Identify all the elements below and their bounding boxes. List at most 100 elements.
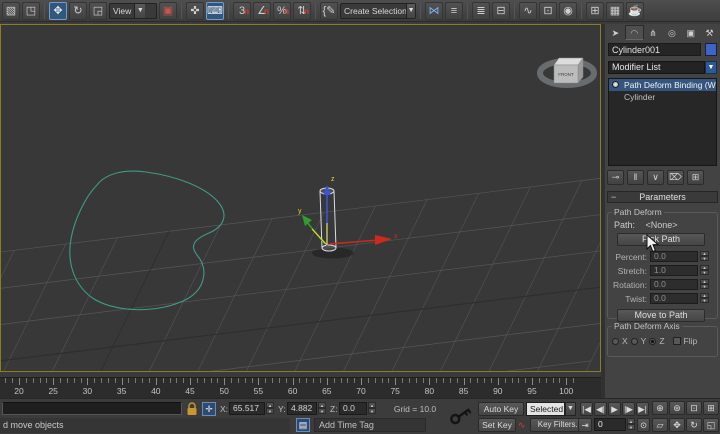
y-coord-spinner[interactable]: ▲ ▼ <box>318 402 326 415</box>
pan-view-button[interactable]: ✥ <box>669 418 685 432</box>
keyboard-shortcut-override-toggle[interactable]: ⌨ <box>206 1 224 20</box>
schematic-view-button[interactable]: ⊡ <box>539 1 557 20</box>
edit-named-selection-sets-button[interactable]: {✎ <box>320 1 338 20</box>
parameter-field[interactable]: 0.0 <box>650 279 698 290</box>
parameters-rollout-header[interactable]: − Parameters <box>607 191 718 203</box>
viewcube[interactable]: FRONT <box>537 57 597 88</box>
angle-snap-toggle-button[interactable]: ∠ n <box>253 1 271 20</box>
timeline-frame-label[interactable]: 90 <box>493 386 502 396</box>
select-and-scale-button[interactable]: ◲ <box>89 1 107 20</box>
pin-stack-button[interactable]: ⊸ <box>607 170 624 185</box>
render-production-button[interactable]: ☕ <box>626 1 644 20</box>
chevron-down-icon[interactable]: ▼ <box>406 3 415 18</box>
parameter-field[interactable]: 1.0 <box>650 265 698 276</box>
parameter-spinner[interactable]: ▲ ▼ <box>700 279 709 290</box>
previous-frame-button[interactable]: ◀| <box>594 402 607 416</box>
current-frame-field[interactable]: 0 <box>594 418 626 431</box>
z-coord-field[interactable]: 0.0 <box>339 402 367 415</box>
tab-utilities[interactable]: ⚒ <box>700 25 719 40</box>
mirror-button[interactable]: ⋈ <box>425 1 443 20</box>
maxscript-mini-listener[interactable] <box>2 402 182 415</box>
parameter-field[interactable]: 0.0 <box>650 293 698 304</box>
perspective-viewport[interactable]: z y x FRONT <box>0 24 601 372</box>
x-coord-field[interactable]: 65.517 <box>229 402 265 415</box>
chevron-down-icon[interactable]: ▼ <box>705 61 717 74</box>
timeline-frame-label[interactable]: 20 <box>14 386 23 396</box>
frame-spinner[interactable]: ▲ ▼ <box>627 418 635 431</box>
track-bar[interactable]: 20 25 30 35 40 45 50 55 60 65 70 75 80 85 90 95 100 <box>0 377 601 398</box>
select-and-rotate-button[interactable]: ↻ <box>69 1 87 20</box>
modifier-list-dropdown[interactable]: Modifier List ▼ <box>608 61 717 74</box>
tab-create[interactable]: ➤ <box>606 25 625 40</box>
layer-manager-button[interactable]: ≣ <box>472 1 490 20</box>
timeline-frame-label[interactable]: 75 <box>390 386 399 396</box>
tab-display[interactable]: ▣ <box>681 25 700 40</box>
timeline-frame-label[interactable]: 100 <box>559 386 573 396</box>
timeline-frame-label[interactable]: 25 <box>48 386 57 396</box>
zoom-all-button[interactable]: ⊛ <box>669 401 685 415</box>
axis-radio-z[interactable] <box>649 337 657 345</box>
page-icon[interactable]: ▤ <box>296 418 310 432</box>
spinner-snap-toggle-button[interactable]: ⇅ n <box>293 1 311 20</box>
axis-radio-y[interactable] <box>630 337 638 345</box>
tab-modify[interactable]: ◠ <box>624 25 644 40</box>
tab-motion[interactable]: ◎ <box>662 25 681 40</box>
timeline-frame-label[interactable]: 70 <box>356 386 365 396</box>
go-to-start-button[interactable]: |◀ <box>580 402 593 416</box>
y-coord-field[interactable]: 4.882 <box>287 402 317 415</box>
timeline-frame-label[interactable]: 45 <box>185 386 194 396</box>
field-of-view-button[interactable]: ▱ <box>652 418 668 432</box>
snap-toggle-3d-button[interactable]: 3n <box>233 1 251 20</box>
curve-editor-button[interactable]: ∿ <box>519 1 537 20</box>
show-end-result-button[interactable]: ‖ <box>627 170 644 185</box>
rendered-frame-window-button[interactable]: ▦ <box>606 1 624 20</box>
remove-modifier-button[interactable]: ⌦ <box>667 170 684 185</box>
render-setup-button[interactable]: ⊞ <box>586 1 604 20</box>
parameter-spinner[interactable]: ▲ ▼ <box>700 293 709 304</box>
pick-path-button[interactable]: Pick Path <box>617 233 705 246</box>
time-configuration-button[interactable]: ⊙ <box>637 418 650 432</box>
play-animation-button[interactable]: ▶ <box>608 402 621 416</box>
make-unique-button[interactable]: ∨ <box>647 170 664 185</box>
timeline-frame-label[interactable]: 30 <box>83 386 92 396</box>
window-crossing-toggle-icon[interactable]: ◳ <box>22 1 40 20</box>
absolute-mode-toggle[interactable]: ✛ <box>202 402 216 416</box>
orbit-button[interactable]: ↻ <box>686 418 702 432</box>
go-to-end-button[interactable]: ▶| <box>636 402 649 416</box>
timeline-frame-label[interactable]: 50 <box>219 386 228 396</box>
align-button[interactable]: ≡ <box>445 1 463 20</box>
time-slider-area[interactable]: 20 25 30 35 40 45 50 55 60 65 70 75 80 85 90 95 100 <box>0 372 601 398</box>
named-selection-sets-dropdown[interactable]: Create Selection Se▼ <box>340 2 416 19</box>
maximize-viewport-toggle[interactable]: ◱ <box>703 418 719 432</box>
key-mode-toggle[interactable]: ⇥ <box>578 418 592 432</box>
percent-snap-toggle-button[interactable]: % n <box>273 1 291 20</box>
object-name-field[interactable]: Cylinder001 <box>608 43 701 56</box>
configure-modifier-sets-button[interactable]: ⊞ <box>687 170 704 185</box>
next-frame-button[interactable]: |▶ <box>622 402 635 416</box>
timeline-frame-label[interactable]: 60 <box>288 386 297 396</box>
set-key-button[interactable]: Set Key <box>478 418 516 432</box>
timeline-frame-label[interactable]: 95 <box>527 386 536 396</box>
parameter-spinner[interactable]: ▲ ▼ <box>700 265 709 276</box>
timeline-frame-label[interactable]: 40 <box>151 386 160 396</box>
timeline-frame-label[interactable]: 85 <box>459 386 468 396</box>
move-gizmo[interactable]: z y x <box>298 176 398 247</box>
use-pivot-point-center-button[interactable]: ▣ <box>159 1 177 20</box>
select-and-move-button[interactable]: ✥ <box>49 1 67 20</box>
timeline-frame-label[interactable]: 35 <box>117 386 126 396</box>
reference-coordinate-system-dropdown[interactable]: View ▼ <box>109 2 157 19</box>
modifier-stack-row[interactable]: Cylinder <box>609 91 716 103</box>
add-time-tag[interactable]: Add Time Tag <box>314 418 426 432</box>
timeline-frame-label[interactable]: 65 <box>322 386 331 396</box>
zoom-button[interactable]: ⊕ <box>652 401 668 415</box>
timeline-frame-label[interactable]: 80 <box>425 386 434 396</box>
timeline-frame-label[interactable]: 55 <box>254 386 263 396</box>
axis-radio-x[interactable] <box>612 337 619 345</box>
x-coord-spinner[interactable]: ▲ ▼ <box>266 402 274 415</box>
chevron-down-icon[interactable]: ▼ <box>565 402 576 416</box>
auto-key-button[interactable]: Auto Key <box>478 402 524 416</box>
scene-explorer-button[interactable]: ⊟ <box>492 1 510 20</box>
modifier-stack[interactable]: Path Deform Binding (WS Cylinder <box>608 78 717 166</box>
zoom-extents-all-button[interactable]: ⊞ <box>703 401 719 415</box>
selected-set-dropdown[interactable]: Selected ▼ <box>526 402 576 416</box>
